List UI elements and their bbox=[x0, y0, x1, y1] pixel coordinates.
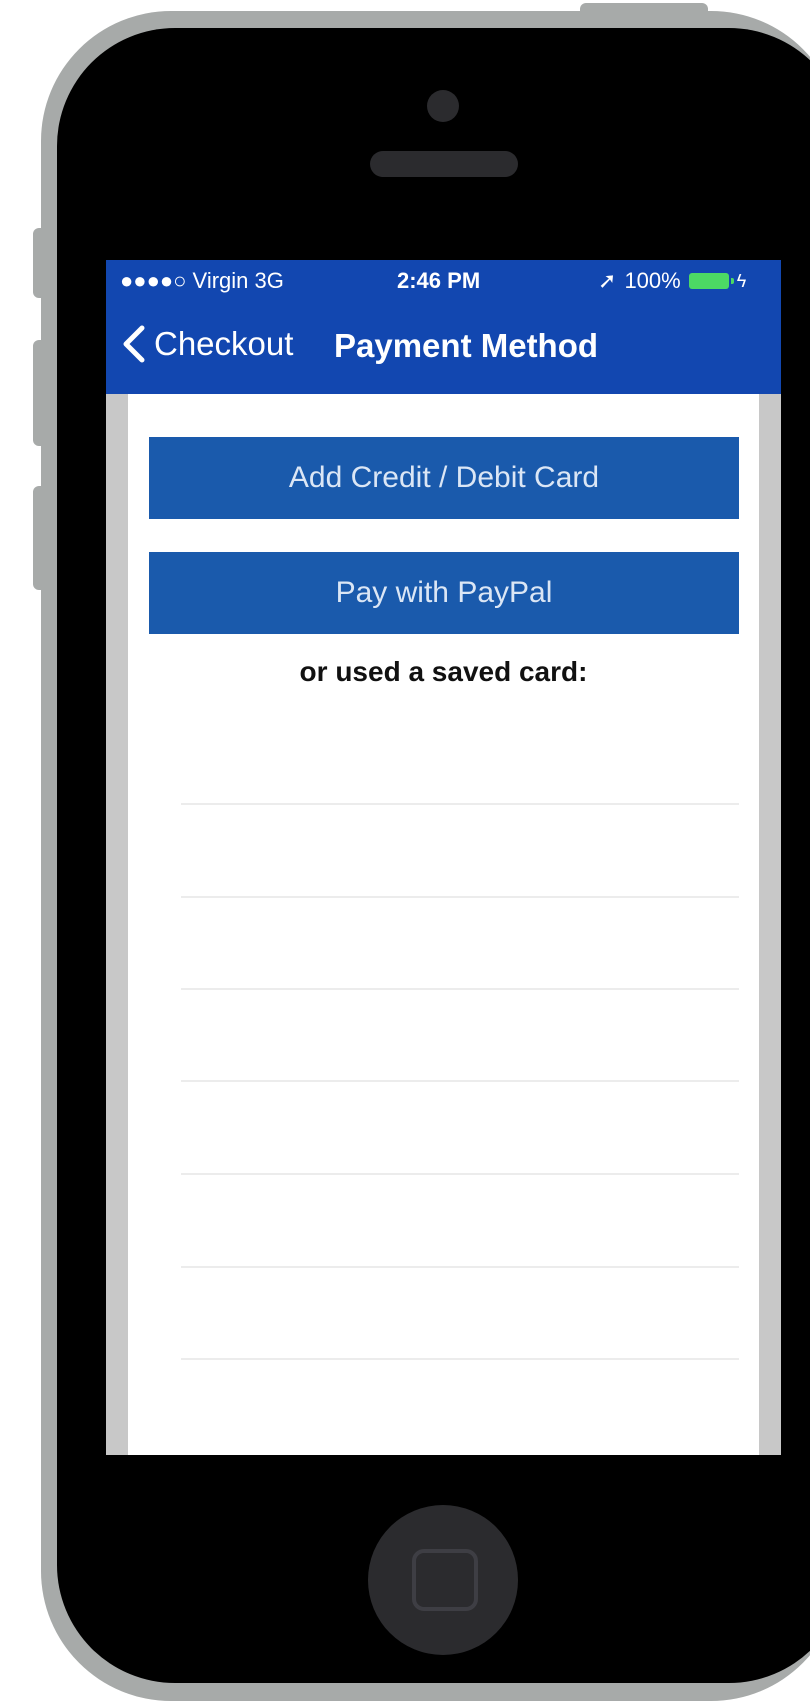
saved-card-divider bbox=[181, 1358, 739, 1360]
paypal-button[interactable]: Pay with PayPal bbox=[149, 552, 739, 634]
volume-down-button bbox=[33, 486, 47, 590]
back-chevron-icon bbox=[123, 325, 145, 363]
home-button[interactable] bbox=[368, 1505, 518, 1655]
saved-card-divider bbox=[181, 988, 739, 990]
front-camera bbox=[427, 90, 459, 122]
home-button-icon bbox=[412, 1549, 478, 1611]
mute-switch bbox=[33, 228, 47, 298]
back-button[interactable]: Checkout bbox=[120, 324, 293, 364]
saved-card-divider bbox=[181, 896, 739, 898]
saved-card-divider bbox=[181, 803, 739, 805]
earpiece-speaker bbox=[370, 151, 518, 177]
location-arrow-icon: ➚ bbox=[598, 268, 617, 293]
battery-icon bbox=[688, 273, 734, 289]
saved-card-label: or used a saved card: bbox=[299, 656, 588, 687]
volume-up-button bbox=[33, 340, 47, 446]
status-bar: ●●●●○ Virgin 3G 2:46 PM ➚ 100% ϟ bbox=[106, 260, 781, 304]
back-label: Checkout bbox=[154, 325, 294, 362]
carrier-label: ●●●●○ Virgin 3G bbox=[120, 268, 284, 293]
status-right: ➚ 100% ϟ bbox=[598, 268, 746, 294]
left-rail bbox=[106, 394, 128, 1455]
payment-content: Add Credit / Debit Card Pay with PayPal … bbox=[106, 394, 781, 1455]
add-card-button[interactable]: Add Credit / Debit Card bbox=[149, 437, 739, 519]
right-rail bbox=[759, 394, 781, 1455]
page-title: Payment Method bbox=[334, 327, 599, 364]
clock: 2:46 PM bbox=[397, 268, 481, 293]
saved-card-divider bbox=[181, 1080, 739, 1082]
battery-percent: 100% bbox=[624, 268, 681, 293]
navigation-bar: ●●●●○ Virgin 3G 2:46 PM ➚ 100% ϟ Checkou… bbox=[106, 260, 781, 394]
saved-card-divider bbox=[181, 1173, 739, 1175]
power-button bbox=[580, 3, 708, 17]
screen: ●●●●○ Virgin 3G 2:46 PM ➚ 100% ϟ Checkou… bbox=[106, 260, 781, 1455]
charging-bolt-icon: ϟ bbox=[736, 270, 747, 291]
saved-card-divider bbox=[181, 1266, 739, 1268]
